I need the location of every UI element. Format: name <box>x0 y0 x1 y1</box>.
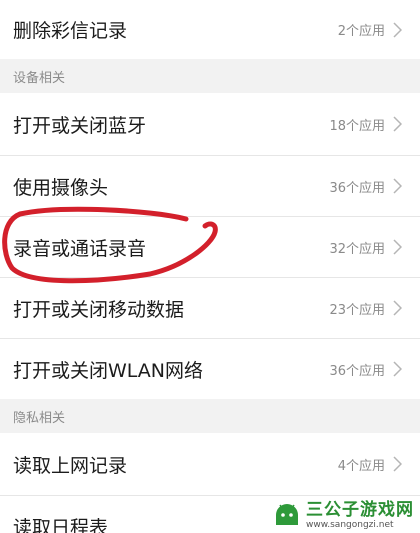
section-title: 隐私相关 <box>13 410 66 426</box>
permission-row-camera[interactable]: 使用摄像头 36个应用 <box>0 156 420 216</box>
permission-label: 打开或关闭WLAN网络 <box>13 359 204 382</box>
watermark-url: www.sangongzi.net <box>306 520 394 530</box>
section-header-device: 设备相关 <box>0 59 420 93</box>
chevron-right-icon <box>393 361 402 377</box>
permission-label: 打开或关闭蓝牙 <box>13 114 147 137</box>
permission-label: 读取日程表 <box>13 516 109 533</box>
chevron-right-icon <box>393 239 402 255</box>
site-watermark: 三公子游戏网 www.sangongzi.net <box>272 501 414 531</box>
app-count: 4个应用 <box>337 458 385 474</box>
app-count: 36个应用 <box>329 180 385 196</box>
permission-row-mobile-data[interactable]: 打开或关闭移动数据 23个应用 <box>0 278 420 338</box>
permission-label: 打开或关闭移动数据 <box>13 298 185 321</box>
android-logo-icon <box>272 501 302 531</box>
section-title: 设备相关 <box>13 70 66 86</box>
permission-row-delete-mms[interactable]: 删除彩信记录 2个应用 <box>0 0 420 59</box>
permission-label: 录音或通话录音 <box>13 237 147 260</box>
permission-label: 删除彩信记录 <box>13 20 128 42</box>
watermark-title: 三公子游戏网 <box>306 500 414 520</box>
permission-row-wlan[interactable]: 打开或关闭WLAN网络 36个应用 <box>0 339 420 399</box>
app-count: 36个应用 <box>329 363 385 379</box>
permission-label: 读取上网记录 <box>13 454 128 477</box>
chevron-right-icon <box>393 456 402 472</box>
chevron-right-icon <box>393 178 402 194</box>
app-count: 23个应用 <box>329 302 385 318</box>
app-count: 2个应用 <box>337 24 385 39</box>
chevron-right-icon <box>393 116 402 132</box>
app-permissions-screen: 删除彩信记录 2个应用 设备相关 打开或关闭蓝牙 18个应用 使用摄像头 36个… <box>0 0 420 533</box>
permission-row-bluetooth[interactable]: 打开或关闭蓝牙 18个应用 <box>0 93 420 155</box>
app-count: 32个应用 <box>329 241 385 257</box>
permission-label: 使用摄像头 <box>13 176 109 199</box>
permission-row-browser-history[interactable]: 读取上网记录 4个应用 <box>0 433 420 495</box>
app-count: 18个应用 <box>329 118 385 134</box>
chevron-right-icon <box>393 300 402 316</box>
section-header-privacy: 隐私相关 <box>0 399 420 433</box>
permission-row-record-audio[interactable]: 录音或通话录音 32个应用 <box>0 217 420 277</box>
chevron-right-icon <box>393 21 402 38</box>
